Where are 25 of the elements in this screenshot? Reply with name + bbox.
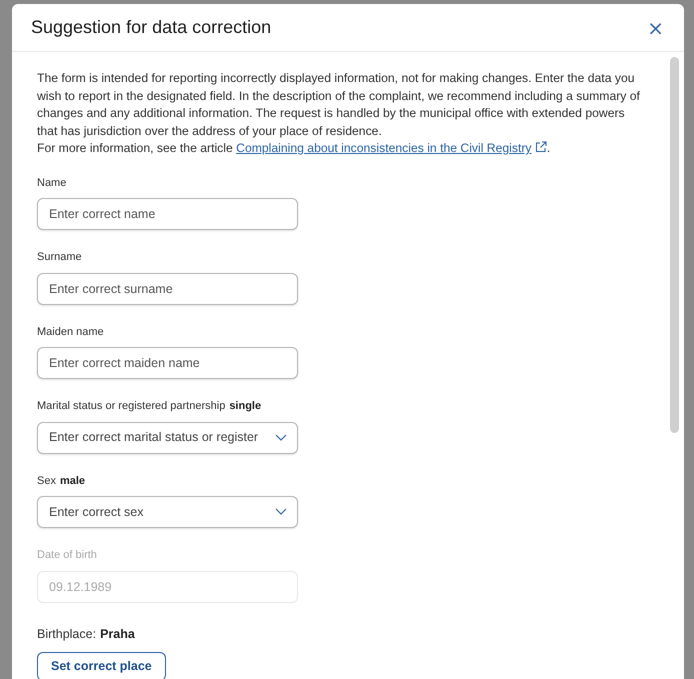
more-info-text: For more information, see the article Complaining about inconsistencies in the Civil Registry .	[37, 140, 552, 157]
field-label: Name	[37, 176, 66, 190]
civil-registry-link[interactable]: Complaining about inconsistencies in the Civil Registry	[236, 141, 532, 155]
chevron-down-icon	[275, 508, 287, 516]
set-place-button[interactable]: Set correct place	[37, 652, 166, 679]
select-field[interactable]: Enter correct sex	[37, 496, 298, 528]
field-label: Surname	[37, 250, 82, 265]
input-field[interactable]: Enter correct surname	[37, 272, 298, 304]
input-field[interactable]: Enter correct maiden name	[37, 347, 298, 379]
intro-text: The form is intended for reporting incorrectly displayed information, not for making changes. Enter the data you wish to report in the designated field. In the description of the complaint, we recommend including a summary of changes and any additional information. The request is handled by the municipal office with extended powers that has jurisdiction over the address of your place of residence.	[37, 70, 641, 140]
external-link-icon	[534, 141, 547, 153]
birthplace-value: Praha	[100, 626, 135, 642]
chevron-down-icon	[275, 434, 287, 442]
input-field[interactable]: Enter correct name	[37, 198, 298, 230]
field-label: Sex	[37, 474, 56, 488]
scrollbar-thumb[interactable]	[670, 57, 678, 433]
birthplace-label: Birthplace:	[37, 626, 96, 643]
current-value: single	[229, 399, 262, 414]
field-label: Date of birth	[37, 548, 97, 563]
field-label: Marital status or registered partnership	[37, 399, 226, 414]
close-button[interactable]: ×	[647, 18, 664, 38]
field-label: Maiden name	[37, 324, 104, 340]
current-value: male	[60, 474, 86, 488]
dialog-title: Suggestion for data correction	[31, 16, 272, 39]
select-field[interactable]: Enter correct marital status or register	[37, 422, 298, 454]
